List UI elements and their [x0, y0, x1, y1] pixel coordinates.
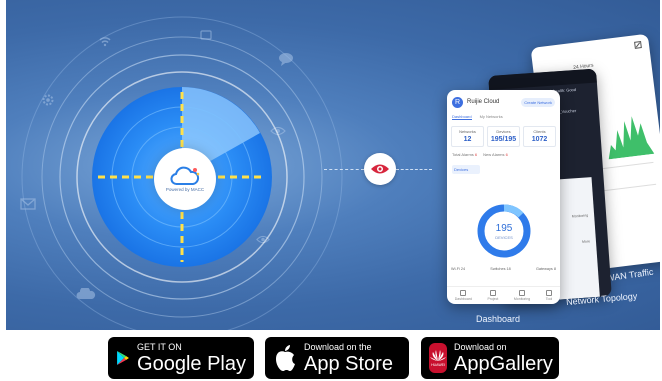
logo-caption: Powered by MACC — [165, 187, 205, 192]
nav-tool[interactable]: Tool — [546, 290, 552, 301]
tab-my-networks[interactable]: My Networks — [480, 114, 503, 120]
bottom-nav: Dashboard Project Monitoring Tool — [447, 286, 560, 304]
devices-chip[interactable]: Devices — [452, 165, 480, 174]
wan-traffic-chart — [608, 116, 655, 160]
ruijie-logo-icon: R — [452, 96, 463, 108]
apple-icon — [276, 345, 295, 371]
legend-switches: Switches 18 — [490, 267, 511, 271]
cloud-logo-icon — [170, 166, 200, 185]
huawei-logo: HUAWEI — [429, 343, 447, 373]
google-play-small-text: GET IT ON — [137, 341, 182, 352]
app-gallery-badge[interactable]: HUAWEI Download on AppGallery — [421, 337, 559, 379]
app-store-big-text: App Store — [304, 352, 393, 375]
app-gallery-small-text: Download on — [454, 341, 507, 352]
edit-icon — [634, 41, 642, 49]
legend-wifi: Wi-Fi 24 — [451, 267, 466, 271]
huawei-petal-icon — [430, 349, 446, 361]
eye-icon — [371, 164, 389, 174]
app-title: Ruijie Cloud — [467, 99, 500, 105]
create-network-button[interactable]: Create Network — [521, 97, 555, 107]
stat-clients[interactable]: Clients 1072 — [523, 126, 556, 147]
tab-dashboard[interactable]: Dashboard — [452, 114, 472, 120]
total-alarms: Total Alarms 6 — [452, 152, 478, 157]
macc-cloud-logo: Powered by MACC — [154, 148, 216, 210]
view-eye-button[interactable] — [364, 153, 396, 185]
nav-project[interactable]: Project — [487, 290, 498, 301]
nav-monitoring[interactable]: Monitoring — [514, 290, 530, 301]
new-alarms: New Alarms 6 — [483, 152, 508, 157]
wan-traffic-caption: WAN Traffic — [605, 266, 654, 284]
dashboard-caption: Dashboard — [476, 314, 521, 324]
nav-dashboard[interactable]: Dashboard — [455, 290, 472, 301]
topology-monitoring-label: Monitoring — [571, 213, 589, 219]
connector-line-right — [396, 169, 432, 170]
google-play-icon — [117, 350, 129, 366]
app-store-small-text: Download on the — [304, 341, 372, 352]
google-play-badge[interactable]: GET IT ON Google Play — [108, 337, 254, 379]
huawei-logo-text: HUAWEI — [431, 362, 445, 367]
donut-value: 195 — [496, 223, 513, 234]
google-play-big-text: Google Play — [137, 352, 246, 375]
app-store-badge[interactable]: Download on the App Store — [265, 337, 409, 379]
stat-networks[interactable]: Networks 12 — [451, 126, 484, 147]
connector-line-left — [324, 169, 364, 170]
phone-dashboard: R Ruijie Cloud Create Network Dashboard … — [447, 90, 560, 304]
devices-donut-chart: 195 DEVICES — [477, 204, 531, 258]
hero-banner: Powered by MACC 24 Hours WAN Traffic Net… — [6, 0, 660, 330]
app-gallery-big-text: AppGallery — [454, 352, 553, 375]
legend-gateways: Gateways 8 — [535, 267, 556, 271]
donut-label: DEVICES — [495, 235, 513, 240]
topology-more-label: More — [581, 239, 591, 244]
stat-devices[interactable]: Devices 195/195 — [487, 126, 520, 147]
